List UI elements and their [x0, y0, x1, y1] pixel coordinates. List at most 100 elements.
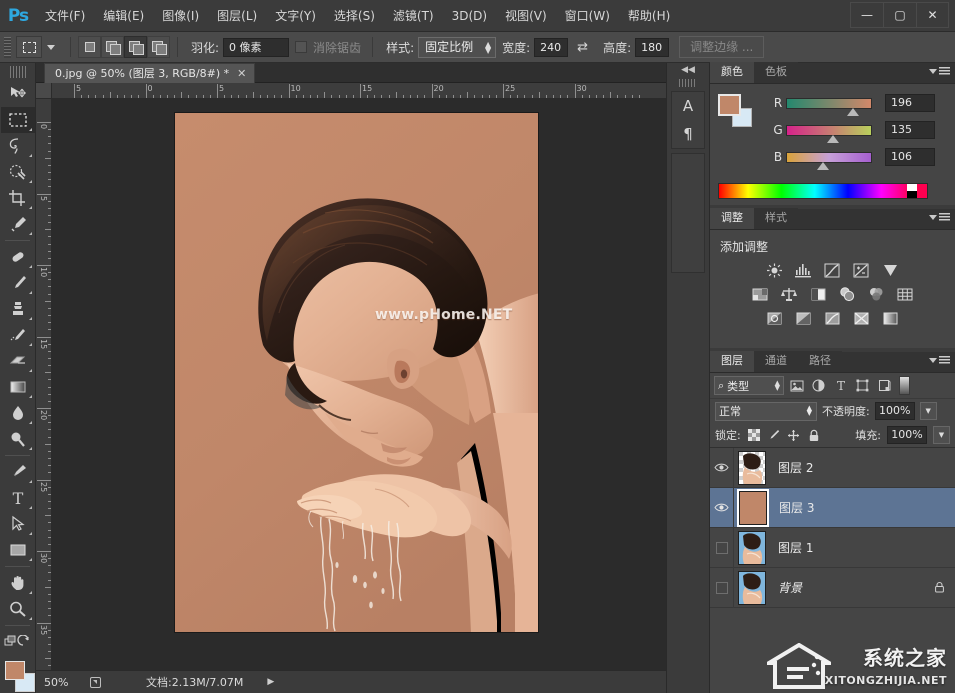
tool-preset-chevron-down-icon[interactable] [47, 44, 55, 50]
rectangle-tool[interactable] [1, 537, 35, 563]
menu-select[interactable]: 选择(S) [325, 0, 384, 32]
blur-tool[interactable] [1, 400, 35, 426]
black-swatch[interactable] [907, 191, 917, 198]
artboard-area[interactable]: www.pHome.NET [53, 100, 666, 670]
toggle-layer-filtering-button[interactable] [899, 376, 910, 395]
maximize-button[interactable]: ▢ [883, 2, 916, 28]
layer-thumbnail[interactable] [738, 450, 766, 485]
color-lookup-icon[interactable] [895, 285, 916, 304]
foreground-color-swatch[interactable] [4, 661, 25, 680]
layer-name[interactable]: 图层 2 [778, 459, 813, 476]
height-input[interactable]: 180 [635, 37, 670, 57]
menu-layer[interactable]: 图层(L) [208, 0, 266, 32]
brightness-contrast-icon[interactable] [764, 261, 785, 280]
blue-slider-thumb[interactable] [817, 161, 830, 170]
layer-thumbnail[interactable] [737, 488, 769, 527]
color-spectrum-ramp[interactable] [718, 183, 928, 199]
status-bar-chevron-icon[interactable]: ▶ [267, 677, 274, 687]
green-slider[interactable] [786, 124, 872, 143]
layer-filter-kind-select[interactable]: ⌕ 类型 ▲ ▼ [714, 376, 784, 395]
lock-transparent-pixels-icon[interactable] [747, 428, 761, 442]
layer-visibility-toggle[interactable] [710, 527, 734, 568]
filter-smart-objects-icon[interactable] [875, 376, 894, 395]
menu-filter[interactable]: 滤镜(T) [384, 0, 443, 32]
opacity-chevron-down-icon[interactable]: ▼ [919, 402, 937, 420]
blend-mode-select[interactable]: 正常 ▲ ▼ [715, 401, 817, 421]
selective-color-icon[interactable] [851, 309, 872, 328]
table-row[interactable]: 图层 2 [710, 447, 955, 488]
invert-icon[interactable] [764, 309, 785, 328]
lasso-tool[interactable] [1, 133, 35, 159]
green-value-input[interactable]: 135 [885, 121, 935, 139]
paragraph-panel-icon[interactable]: ¶ [672, 120, 704, 148]
menu-help[interactable]: 帮助(H) [619, 0, 679, 32]
menu-view[interactable]: 视图(V) [496, 0, 556, 32]
move-tool[interactable] [1, 81, 35, 107]
dock-grip[interactable] [679, 79, 697, 87]
new-selection-button[interactable] [78, 36, 101, 58]
red-slider-thumb[interactable] [847, 107, 860, 116]
history-brush-tool[interactable] [1, 322, 35, 348]
menu-window[interactable]: 窗口(W) [556, 0, 619, 32]
close-icon[interactable]: ✕ [237, 64, 246, 84]
gradient-map-icon[interactable] [880, 309, 901, 328]
layer-name[interactable]: 背景 [778, 579, 802, 596]
dodge-tool[interactable] [1, 426, 35, 452]
quick-selection-tool[interactable] [1, 159, 35, 185]
subtract-from-selection-button[interactable] [124, 36, 147, 58]
minimize-button[interactable]: — [850, 2, 883, 28]
character-panel-icon[interactable]: A [672, 92, 704, 120]
horizontal-ruler[interactable]: 5 0 5 10 15 20 25 30 [52, 83, 666, 99]
tab-adjustments[interactable]: 调整 [710, 208, 754, 229]
rectangular-marquee-tool[interactable] [0, 107, 35, 133]
edit-toolbar-icon[interactable] [1, 629, 35, 655]
layer-thumbnail[interactable] [738, 570, 766, 605]
tab-channels[interactable]: 通道 [754, 351, 798, 372]
spot-healing-brush-tool[interactable] [1, 244, 35, 270]
tab-styles[interactable]: 样式 [754, 208, 798, 229]
eraser-tool[interactable] [1, 348, 35, 374]
menu-type[interactable]: 文字(Y) [266, 0, 325, 32]
filter-adjustment-layers-icon[interactable] [809, 376, 828, 395]
layer-name[interactable]: 图层 1 [778, 539, 813, 556]
opacity-input[interactable]: 100% [874, 402, 915, 420]
vertical-ruler[interactable]: 0 5 10 15 20 25 30 35 [36, 99, 52, 670]
vibrance-icon[interactable] [880, 261, 901, 280]
levels-icon[interactable] [793, 261, 814, 280]
refine-edge-button[interactable]: 调整边缘 ... [679, 36, 765, 58]
ruler-origin-corner[interactable] [36, 83, 52, 99]
filter-shape-layers-icon[interactable] [853, 376, 872, 395]
document-info-icon[interactable] [84, 676, 106, 689]
layers-panel-menu-button[interactable] [929, 356, 950, 365]
lock-all-icon[interactable] [807, 428, 821, 442]
curves-icon[interactable] [822, 261, 843, 280]
intersect-selection-button[interactable] [147, 36, 170, 58]
color-balance-icon[interactable] [779, 285, 800, 304]
menu-edit[interactable]: 编辑(E) [94, 0, 153, 32]
lock-image-pixels-icon[interactable] [767, 428, 781, 442]
antialias-checkbox[interactable] [295, 41, 308, 53]
swap-width-height-icon[interactable]: ⇄ [577, 40, 588, 55]
green-slider-thumb[interactable] [826, 134, 839, 143]
tools-panel-grip[interactable] [9, 66, 26, 78]
pen-tool[interactable] [1, 459, 35, 485]
gradient-tool[interactable] [1, 374, 35, 400]
adjustments-panel-menu-button[interactable] [929, 213, 950, 222]
zoom-level[interactable]: 50% [36, 676, 84, 689]
filter-type-layers-icon[interactable]: T [831, 376, 850, 395]
table-row[interactable]: 图层 1 [710, 527, 955, 568]
foreground-background-color-control[interactable] [1, 659, 35, 693]
add-to-selection-button[interactable] [101, 36, 124, 58]
table-row[interactable]: 图层 3 [710, 487, 955, 528]
document-tab[interactable]: 0.jpg @ 50% (图层 3, RGB/8#) * ✕ [44, 63, 256, 84]
hue-saturation-icon[interactable] [750, 285, 771, 304]
style-select[interactable]: 固定比例 ▲ ▼ [418, 36, 497, 58]
black-white-icon[interactable] [808, 285, 829, 304]
layer-visibility-toggle[interactable] [710, 447, 734, 488]
tool-preset-picker[interactable] [16, 36, 42, 58]
fill-input[interactable]: 100% [887, 426, 927, 444]
hand-tool[interactable] [1, 570, 35, 596]
fill-chevron-down-icon[interactable]: ▼ [933, 426, 950, 444]
feather-input[interactable]: 0 像素 [223, 37, 290, 57]
tab-layers[interactable]: 图层 [710, 351, 754, 372]
